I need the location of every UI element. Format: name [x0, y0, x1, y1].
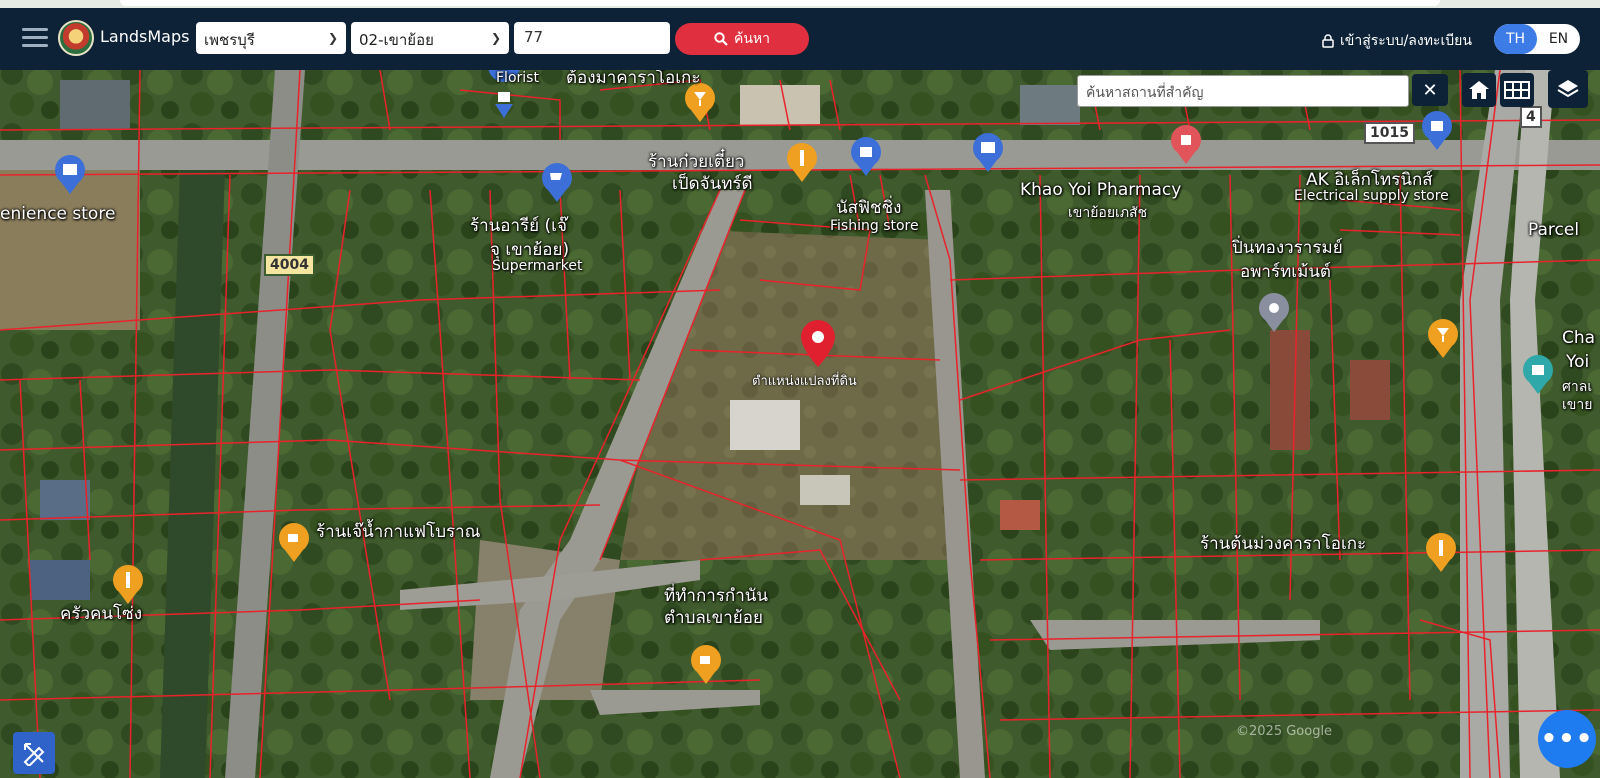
- satellite-map[interactable]: Florist ต้องมาคาราโอเกะ enience store ร้…: [0, 70, 1600, 778]
- label-pharmacy-th: เขาย้อยเภสัช: [1068, 205, 1148, 221]
- label-fishing-th: นัสฟิชชิ่ง: [836, 198, 902, 218]
- lang-th-button[interactable]: TH: [1494, 24, 1537, 54]
- grid-icon: [1504, 81, 1530, 99]
- login-label: เข้าสู่ระบบ/ลงทะเบียน: [1340, 33, 1472, 49]
- more-dots-icon: •••: [1540, 724, 1594, 754]
- label-cha-4: เขาย: [1562, 397, 1593, 413]
- label-apartment-2: อพาร์ทเม้นต์: [1240, 262, 1331, 282]
- measure-tool-button[interactable]: [13, 732, 55, 774]
- brand-name: LandsMaps: [100, 27, 190, 46]
- landsmaps-logo: [58, 20, 94, 56]
- label-cha-1: Cha: [1562, 328, 1596, 348]
- lang-en-button[interactable]: EN: [1537, 24, 1580, 54]
- google-watermark: ©2025 Google: [1236, 724, 1333, 739]
- road-shield-4: 4: [1520, 106, 1542, 128]
- login-link[interactable]: เข้าสู่ระบบ/ลงทะเบียน: [1322, 30, 1472, 52]
- search-icon: [714, 32, 728, 46]
- label-convenience-store: enience store: [0, 204, 116, 224]
- label-cha-2: Yoi: [1566, 352, 1590, 372]
- browser-top-strip: [0, 0, 1600, 8]
- label-noodle-shop-2: เป็ดจันทร์ดี: [672, 174, 753, 194]
- place-search-input[interactable]: ค้นหาสถานที่สำคัญ: [1077, 75, 1409, 107]
- menu-icon[interactable]: [22, 28, 48, 48]
- label-ak-electronics-en: Electrical supply store: [1294, 188, 1449, 204]
- home-icon: [1469, 81, 1489, 99]
- top-strip-bar: [120, 0, 1440, 6]
- label-fishing-en: Fishing store: [830, 218, 919, 234]
- grid-button[interactable]: [1500, 73, 1534, 107]
- search-button[interactable]: ค้นหา: [675, 23, 809, 55]
- label-kamnan-office-2: ตำบลเขาย้อย: [664, 608, 763, 628]
- lock-icon: [1322, 34, 1334, 48]
- label-supermarket-th-1: ร้านอารีย์ (เจ๊: [470, 216, 567, 236]
- layers-button[interactable]: [1548, 70, 1588, 108]
- close-icon[interactable]: ✕: [1412, 74, 1448, 106]
- district-select-value: 02-เขาย้อย: [359, 31, 434, 49]
- label-karaoke-top: ต้องมาคาราโอเกะ: [566, 70, 701, 88]
- label-karaoke-right: ร้านต้นม่วงคาราโอเกะ: [1200, 534, 1367, 554]
- search-button-label: ค้นหา: [733, 31, 771, 47]
- chat-button[interactable]: •••: [1538, 710, 1596, 768]
- road-shield-4004: 4004: [264, 254, 315, 276]
- parcel-location-label: ตำแหน่งแปลงที่ดิน: [752, 374, 857, 389]
- language-toggle: TH EN: [1494, 24, 1580, 54]
- label-parcel: Parcel: [1528, 220, 1580, 240]
- label-pharmacy-en: Khao Yoi Pharmacy: [1020, 180, 1182, 200]
- label-apartment-1: ปิ่นทองวรารมย์: [1232, 238, 1343, 258]
- label-coffee-shop: ร้านเจ๊น้ำกาแฟโบราณ: [316, 522, 481, 542]
- home-button[interactable]: [1462, 73, 1496, 107]
- province-select[interactable]: เพชรบุรี ❯: [196, 22, 346, 54]
- province-select-value: เพชรบุรี: [204, 31, 255, 49]
- layers-icon: [1557, 80, 1579, 98]
- label-florist: Florist: [496, 70, 539, 86]
- parcel-number-input[interactable]: 77: [514, 22, 670, 54]
- top-navbar: LandsMaps เพชรบุรี ❯ 02-เขาย้อย ❯ 77 ค้น…: [0, 8, 1600, 70]
- chevron-down-icon: ❯: [490, 31, 501, 45]
- chevron-down-icon: ❯: [327, 31, 338, 45]
- district-select[interactable]: 02-เขาย้อย ❯: [351, 22, 509, 54]
- label-supermarket-en: Supermarket: [492, 258, 583, 274]
- road-shield-1015: 1015: [1364, 122, 1415, 144]
- pencil-ruler-icon: [23, 743, 45, 766]
- label-kitchen: ครัวคนโซ่ง: [60, 604, 143, 624]
